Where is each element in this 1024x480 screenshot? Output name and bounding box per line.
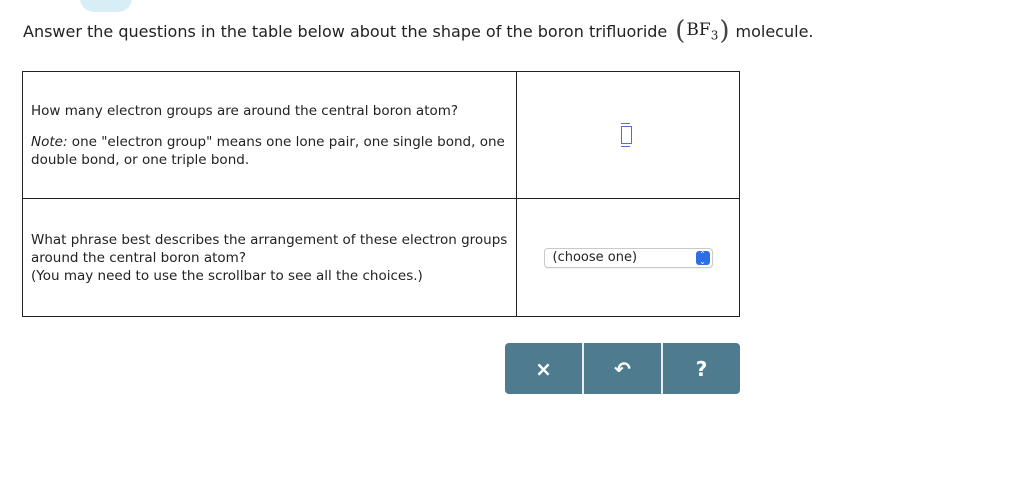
answer-toolbar: × ↶ ? [505,343,740,394]
scrollbar-hint: (You may need to use the scrollbar to se… [31,267,423,284]
x-icon: × [535,356,552,381]
arrangement-question: What phrase best describes the arrangeme… [31,231,508,266]
question-table: How many electron groups are around the … [22,71,740,317]
electron-groups-input[interactable] [620,123,632,147]
undo-button[interactable]: ↶ [582,343,661,394]
answer-cell: (choose one) ⌃ ⌄ [516,198,740,317]
table-row: What phrase best describes the arrangeme… [22,198,740,317]
note-label: Note: [31,133,68,150]
table-row: How many electron groups are around the … [22,71,740,199]
answer-cell [516,71,740,199]
question-mark-icon: ? [695,356,708,381]
question-prompt: Answer the questions in the table below … [23,18,814,44]
formula-subscript: 3 [710,28,719,43]
arrangement-select[interactable]: (choose one) ⌃ ⌄ [543,247,713,268]
formula-base: BF [686,19,711,40]
question-cell: How many electron groups are around the … [22,71,517,199]
chemical-formula: ( BF3 ) [675,16,730,46]
note-text: one "electron group" means one lone pair… [31,133,505,168]
question-cell: What phrase best describes the arrangeme… [22,198,517,317]
electron-group-note: Note: one "electron group" means one lon… [31,133,508,169]
undo-icon: ↶ [614,356,631,381]
select-value: (choose one) [552,249,638,265]
clear-button[interactable]: × [505,343,582,394]
prompt-text-after: molecule. [735,21,814,41]
select-arrows-icon: ⌃ ⌄ [695,250,710,265]
help-button[interactable]: ? [661,343,740,394]
prompt-text-before: Answer the questions in the table below … [23,21,668,41]
top-tab-handle[interactable] [80,0,132,12]
electron-groups-question: How many electron groups are around the … [31,102,459,119]
